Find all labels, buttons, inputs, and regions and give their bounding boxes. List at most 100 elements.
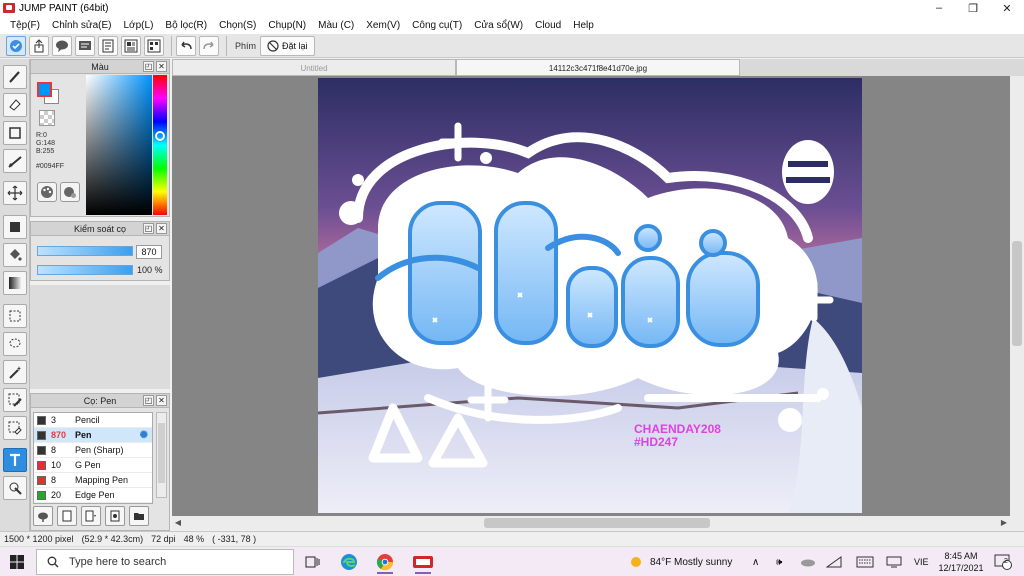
rectangle-tool[interactable] xyxy=(3,121,27,145)
hue-slider[interactable] xyxy=(153,75,167,215)
scrollbar-thumb[interactable] xyxy=(484,518,710,528)
tab-untitled[interactable]: Untitled xyxy=(172,59,456,76)
edge-browser-button[interactable] xyxy=(336,550,362,574)
grid-button[interactable] xyxy=(144,35,164,56)
menu-color[interactable]: Màu (C) xyxy=(312,20,360,31)
taskbar-search-box[interactable]: Type here to search xyxy=(36,549,294,575)
chrome-browser-button[interactable] xyxy=(372,550,398,574)
reset-button[interactable]: Đặt lại xyxy=(260,35,315,56)
brush-control-panel: Kiểm soát cọ ◰ ✕ 870 100 % xyxy=(30,221,170,281)
hue-slider-knob[interactable] xyxy=(155,131,165,141)
brush-size-input[interactable]: 870 xyxy=(136,245,162,259)
scrollbar-thumb[interactable] xyxy=(1012,241,1022,346)
move-tool[interactable] xyxy=(3,181,27,205)
task-view-icon xyxy=(305,556,320,568)
cloud-brush-button[interactable] xyxy=(33,506,53,526)
share-button[interactable] xyxy=(29,35,49,56)
menu-tools[interactable]: Công cụ(T) xyxy=(406,20,468,31)
pen-item-g-pen[interactable]: 10 G Pen xyxy=(34,458,152,473)
fill-rect-tool[interactable] xyxy=(3,215,27,239)
eraser-tool[interactable] xyxy=(3,93,27,117)
redo-button[interactable] xyxy=(199,35,219,56)
menu-filter[interactable]: Bộ lọc(R) xyxy=(159,20,213,31)
text-tool[interactable] xyxy=(3,448,27,472)
comment-button[interactable] xyxy=(52,35,72,56)
scroll-left-icon[interactable]: ◀ xyxy=(172,516,184,530)
new-brush-button[interactable] xyxy=(57,506,77,526)
select-pen-tool[interactable] xyxy=(3,388,27,412)
panel-close-icon[interactable]: ✕ xyxy=(156,61,167,72)
lasso-tool[interactable] xyxy=(3,332,27,356)
bucket-tool[interactable] xyxy=(3,243,27,267)
network-icon[interactable] xyxy=(826,547,842,576)
restore-button[interactable]: ❐ xyxy=(956,0,990,16)
gradient-tool[interactable] xyxy=(3,271,27,295)
panel-float-icon[interactable]: ◰ xyxy=(143,61,154,72)
keyboard-icon[interactable] xyxy=(856,547,874,576)
menu-select[interactable]: Chọn(S) xyxy=(213,20,262,31)
pen-item-edge-pen[interactable]: 20 Edge Pen xyxy=(34,488,152,503)
panel-float-icon[interactable]: ◰ xyxy=(143,395,154,406)
palette-button[interactable] xyxy=(37,182,57,202)
canvas-vertical-scrollbar[interactable] xyxy=(1010,76,1024,516)
saturation-value-picker[interactable] xyxy=(86,75,152,215)
menu-capture[interactable]: Chụp(N) xyxy=(262,20,312,31)
undo-button[interactable] xyxy=(176,35,196,56)
brush-folder-button[interactable] xyxy=(129,506,149,526)
transparent-color-swatch[interactable] xyxy=(39,110,55,126)
windows-start-icon[interactable] xyxy=(10,555,24,569)
notification-center-button[interactable]: 2 xyxy=(994,547,1012,576)
canvas-horizontal-scrollbar[interactable]: ◀ ▶ xyxy=(172,516,1024,530)
brush-settings-button[interactable] xyxy=(105,506,125,526)
scroll-right-icon[interactable]: ▶ xyxy=(998,516,1010,530)
menu-help[interactable]: Help xyxy=(567,20,600,31)
menu-edit[interactable]: Chỉnh sửa(E) xyxy=(46,20,118,31)
menu-layer[interactable]: Lớp(L) xyxy=(118,20,160,31)
magic-wand-tool[interactable] xyxy=(3,360,27,384)
line-tool[interactable] xyxy=(3,149,27,173)
menu-cloud[interactable]: Cloud xyxy=(529,20,567,31)
tab-image-file[interactable]: 14112c3c471f8e41d70e.jpg xyxy=(456,59,740,76)
brush-opacity-slider[interactable] xyxy=(37,265,133,275)
scrollbar-thumb[interactable] xyxy=(158,423,165,483)
weather-widget[interactable]: 84°F Mostly sunny xyxy=(628,547,732,576)
brush-tool[interactable] xyxy=(3,65,27,89)
panel-close-icon[interactable]: ✕ xyxy=(156,223,167,234)
brush-size-slider[interactable] xyxy=(37,246,133,256)
canvas-area[interactable]: CHAENDAY208 #HD247 xyxy=(172,76,1010,516)
minimize-button[interactable]: – xyxy=(922,0,956,16)
panel-float-icon[interactable]: ◰ xyxy=(143,223,154,234)
foreground-color-swatch[interactable] xyxy=(37,82,52,97)
cloud-check-button[interactable] xyxy=(6,35,26,56)
pen-list-scrollbar[interactable] xyxy=(156,412,167,498)
system-clock[interactable]: 8:45 AM 12/17/2021 xyxy=(936,550,986,574)
jump-paint-taskbar-button[interactable] xyxy=(410,550,436,574)
display-icon[interactable] xyxy=(886,547,902,576)
panel-close-icon[interactable]: ✕ xyxy=(156,395,167,406)
pen-item-pen-sharp[interactable]: 8 Pen (Sharp) xyxy=(34,443,152,458)
pen-item-pencil[interactable]: 3 Pencil xyxy=(34,413,152,428)
notification-count: 2 xyxy=(1004,558,1008,565)
operation-tool[interactable] xyxy=(3,476,27,500)
brush-menu-button[interactable] xyxy=(81,506,101,526)
task-view-button[interactable] xyxy=(300,550,326,574)
menu-view[interactable]: Xem(V) xyxy=(360,20,406,31)
input-language[interactable]: VIE xyxy=(914,547,929,576)
close-button[interactable]: ✕ xyxy=(990,0,1024,16)
palette-edit-button[interactable] xyxy=(60,182,80,202)
select-eraser-tool[interactable] xyxy=(3,416,27,440)
artwork-canvas[interactable]: CHAENDAY208 #HD247 xyxy=(318,78,862,513)
volume-icon[interactable]: 🕪 xyxy=(776,547,782,576)
layout-button[interactable] xyxy=(121,35,141,56)
pen-item-pen[interactable]: 870 Pen ✺ xyxy=(34,428,152,443)
document-button[interactable] xyxy=(98,35,118,56)
chevron-up-icon[interactable]: ∧ xyxy=(752,547,759,576)
menu-file[interactable]: Tệp(F) xyxy=(4,20,46,31)
checkmark-icon xyxy=(10,39,22,52)
message-button[interactable] xyxy=(75,35,95,56)
onedrive-cloud-icon[interactable] xyxy=(800,547,816,576)
pen-item-mapping-pen[interactable]: 8 Mapping Pen xyxy=(34,473,152,488)
rect-select-tool[interactable] xyxy=(3,304,27,328)
gear-icon[interactable]: ✺ xyxy=(140,430,148,441)
menu-window[interactable]: Cửa sổ(W) xyxy=(468,20,529,31)
